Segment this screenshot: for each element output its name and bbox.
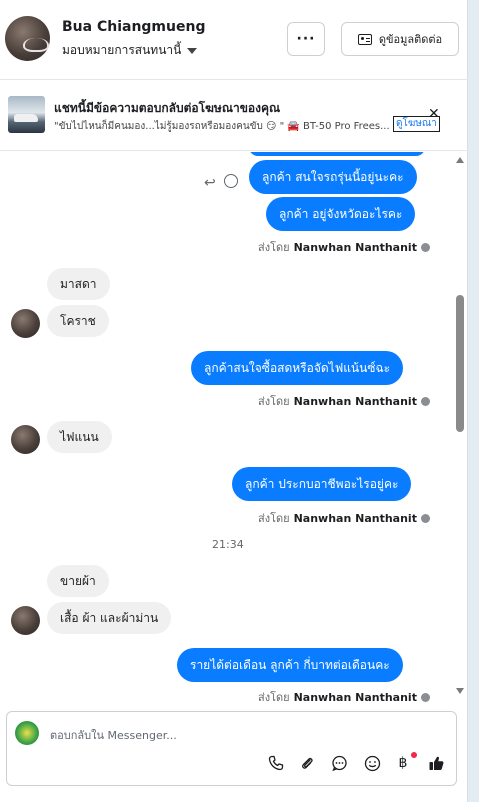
sent-by-label: ส่งโดย Nanwhan Nanthanit: [258, 392, 430, 410]
contact-avatar-small: [11, 425, 40, 454]
message-bubble-outgoing[interactable]: รายได้ต่อเดือน ลูกค้า กี่บาทต่อเดือนคะ: [177, 648, 403, 682]
contact-avatar[interactable]: [5, 16, 50, 61]
smiley-icon[interactable]: [224, 174, 238, 188]
ad-banner-subtitle: "ขับไปไหนก็มีคนมอง...ไม่รู้มองรถหรือมองค…: [54, 121, 390, 132]
sent-by-label: ส่งโดย Nanwhan Nanthanit: [258, 509, 430, 527]
ad-thumbnail: [8, 96, 45, 133]
more-options-button[interactable]: ···: [287, 22, 325, 56]
assign-conversation-dropdown[interactable]: มอบหมายการสนทนานี้: [62, 41, 198, 60]
contact-card-icon: [357, 33, 372, 45]
message-bubble-outgoing[interactable]: ลูกค้าสนใจซื้อสดหรือจัดไฟแน้นซ์ฉะ: [191, 351, 404, 385]
message-bubble-incoming[interactable]: โคราช: [47, 305, 109, 337]
page-avatar: [15, 721, 39, 745]
reply-icon[interactable]: ↩: [204, 175, 216, 191]
close-icon[interactable]: ✕: [428, 107, 440, 121]
view-contact-info-label: ดูข้อมูลติดต่อ: [378, 33, 443, 46]
info-icon[interactable]: [420, 513, 430, 523]
message-list: ↩ ลูกค้า สนใจรถรุ่นนี้อยู่นะคะ ลูกค้า อย…: [0, 152, 468, 702]
contact-name[interactable]: Bua Chiangmueng: [62, 19, 205, 35]
scroll-down-arrow-icon[interactable]: [456, 688, 464, 694]
conversation-header: Bua Chiangmueng มอบหมายการสนทนานี้ ··· ด…: [0, 0, 468, 80]
notification-dot: [411, 752, 417, 758]
baht-icon[interactable]: ฿: [393, 753, 413, 773]
ad-reply-banner: แชทนี้มีข้อความตอบกลับต่อโฆษณาของคุณ "ขั…: [0, 81, 468, 151]
message-bubble-outgoing[interactable]: ลูกค้า สนใจรถรุ่นนี้อยู่นะคะ: [249, 160, 417, 194]
window-edge: [468, 0, 479, 802]
message-bubble-incoming[interactable]: ไฟแนน: [47, 421, 112, 453]
message-bubble-partial[interactable]: [249, 152, 425, 156]
scrollbar-thumb[interactable]: [456, 295, 464, 432]
thumbs-up-icon[interactable]: [426, 753, 446, 773]
view-contact-info-button[interactable]: ดูข้อมูลติดต่อ: [341, 22, 459, 56]
info-icon[interactable]: [420, 692, 430, 702]
message-bubble-outgoing[interactable]: ลูกค้า อยู่จังหวัดอะไรคะ: [266, 197, 416, 231]
sent-by-label: ส่งโดย Nanwhan Nanthanit: [258, 238, 430, 256]
ad-banner-title: แชทนี้มีข้อความตอบกลับต่อโฆษณาของคุณ: [54, 101, 281, 115]
contact-avatar-small: [11, 309, 40, 338]
info-icon[interactable]: [420, 242, 430, 252]
message-bubble-incoming[interactable]: เสื้อ ผ้า และผ้าม่าน: [47, 602, 172, 634]
info-icon[interactable]: [420, 396, 430, 406]
caret-down-icon: [187, 47, 198, 54]
scroll-up-arrow-icon[interactable]: [456, 157, 464, 163]
contact-avatar-small: [11, 606, 40, 635]
message-timestamp: 21:34: [212, 538, 244, 551]
message-bubble-incoming[interactable]: ขายผ้า: [47, 565, 109, 597]
assign-label: มอบหมายการสนทนานี้: [62, 43, 182, 57]
message-bubble-outgoing[interactable]: ลูกค้า ประกบอาชีพอะไรอยู่คะ: [232, 467, 412, 501]
message-composer[interactable]: ตอบกลับใน Messenger... ฿: [6, 711, 457, 786]
sent-by-label: ส่งโดย Nanwhan Nanthanit: [258, 688, 430, 702]
phone-icon[interactable]: [266, 753, 286, 773]
conversation-panel: Bua Chiangmueng มอบหมายการสนทนานี้ ··· ด…: [0, 0, 468, 802]
smiley-icon[interactable]: [362, 753, 382, 773]
reply-input[interactable]: ตอบกลับใน Messenger...: [50, 726, 177, 744]
message-bubble-incoming[interactable]: มาสดา: [47, 268, 110, 300]
speech-bubble-icon[interactable]: [329, 753, 349, 773]
paperclip-icon[interactable]: [297, 753, 317, 773]
